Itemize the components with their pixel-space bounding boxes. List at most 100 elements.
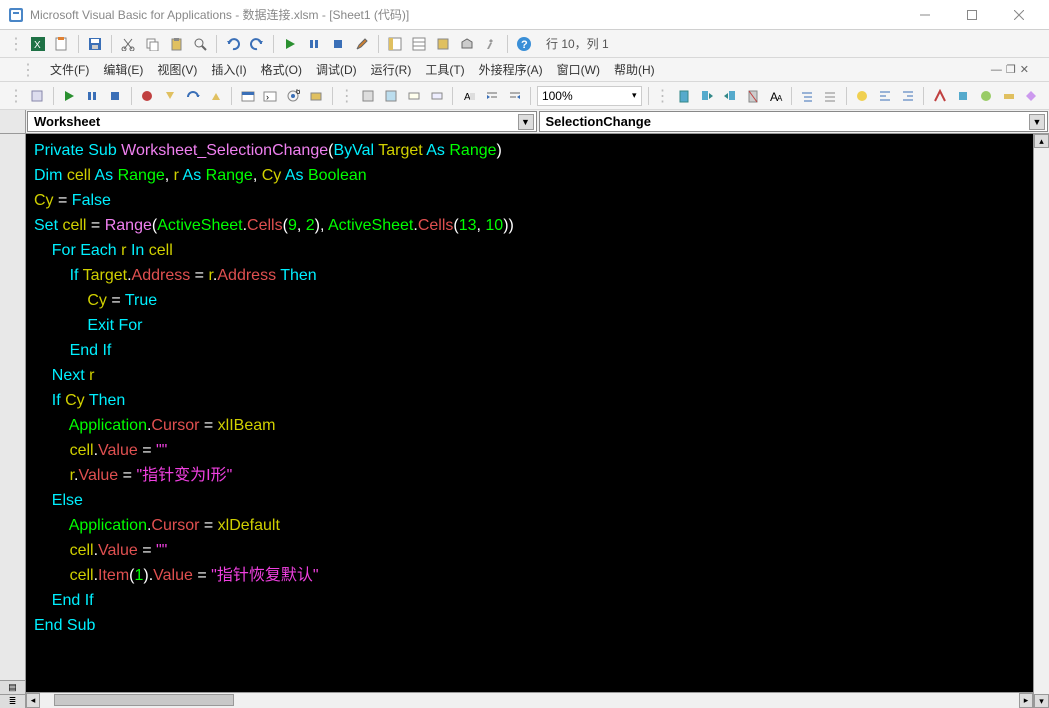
help-icon[interactable]: ? bbox=[514, 34, 534, 54]
horizontal-scrollbar[interactable]: ◂ ▸ bbox=[26, 692, 1033, 708]
code-line[interactable]: End If bbox=[34, 338, 1025, 363]
menu-edit[interactable]: 编辑(E) bbox=[103, 61, 143, 78]
paste-icon[interactable] bbox=[166, 34, 186, 54]
scroll-right-icon[interactable]: ▸ bbox=[1019, 693, 1033, 708]
save-icon[interactable] bbox=[85, 34, 105, 54]
align-left-icon[interactable] bbox=[876, 86, 895, 106]
zoom-combo[interactable]: 100%▾ bbox=[537, 86, 642, 106]
tool-b-icon[interactable] bbox=[953, 86, 972, 106]
code-line[interactable]: Next r bbox=[34, 363, 1025, 388]
menu-file[interactable]: 文件(F) bbox=[50, 61, 89, 78]
step-over-icon[interactable] bbox=[183, 86, 202, 106]
tool-d-icon[interactable] bbox=[999, 86, 1018, 106]
complete-word-icon[interactable]: A bbox=[459, 86, 478, 106]
vertical-scrollbar[interactable]: ▴ ▾ bbox=[1033, 134, 1049, 708]
tool-c-icon[interactable] bbox=[976, 86, 995, 106]
parameter-info-icon[interactable] bbox=[427, 86, 446, 106]
locals-icon[interactable] bbox=[238, 86, 257, 106]
menu-help[interactable]: 帮助(H) bbox=[614, 61, 655, 78]
quick-watch-icon[interactable] bbox=[307, 86, 326, 106]
code-line[interactable]: cell.Value = "" bbox=[34, 538, 1025, 563]
font-size-icon[interactable]: AA bbox=[766, 86, 785, 106]
design-mode-icon[interactable] bbox=[352, 34, 372, 54]
tool-e-icon[interactable] bbox=[1022, 86, 1041, 106]
next-bookmark-icon[interactable] bbox=[697, 86, 716, 106]
menu-insert[interactable]: 插入(I) bbox=[211, 61, 246, 78]
code-line[interactable]: Set cell = Range(ActiveSheet.Cells(9, 2)… bbox=[34, 213, 1025, 238]
close-button[interactable] bbox=[996, 0, 1041, 30]
chevron-down-icon[interactable]: ▼ bbox=[1029, 114, 1045, 130]
code-line[interactable]: Exit For bbox=[34, 313, 1025, 338]
align-right-icon[interactable] bbox=[899, 86, 918, 106]
minimize-button[interactable] bbox=[902, 0, 947, 30]
prev-bookmark-icon[interactable] bbox=[720, 86, 739, 106]
copy-icon[interactable] bbox=[142, 34, 162, 54]
run-sub-icon[interactable] bbox=[60, 86, 79, 106]
compile-icon[interactable] bbox=[28, 86, 47, 106]
tool-a-icon[interactable] bbox=[930, 86, 949, 106]
break-icon[interactable] bbox=[304, 34, 324, 54]
menu-debug[interactable]: 调试(D) bbox=[316, 61, 357, 78]
step-out-icon[interactable] bbox=[206, 86, 225, 106]
bookmark-icon[interactable] bbox=[674, 86, 693, 106]
scroll-left-icon[interactable]: ◂ bbox=[26, 693, 40, 708]
properties-icon[interactable] bbox=[409, 34, 429, 54]
clear-bookmarks-icon[interactable] bbox=[743, 86, 762, 106]
code-line[interactable]: cell.Item(1).Value = "指针恢复默认" bbox=[34, 563, 1025, 588]
menu-addins[interactable]: 外接程序(A) bbox=[479, 61, 543, 78]
code-line[interactable]: Cy = False bbox=[34, 188, 1025, 213]
list-properties-icon[interactable] bbox=[359, 86, 378, 106]
undo-icon[interactable] bbox=[223, 34, 243, 54]
comment-icon[interactable] bbox=[798, 86, 817, 106]
menu-view[interactable]: 视图(V) bbox=[157, 61, 197, 78]
code-line[interactable]: Application.Cursor = xlIBeam bbox=[34, 413, 1025, 438]
toolbox-icon[interactable] bbox=[457, 34, 477, 54]
procedure-view-icon[interactable]: ▤ bbox=[0, 680, 25, 694]
mdi-minimize-icon[interactable]: — bbox=[991, 64, 1002, 76]
mdi-close-icon[interactable]: ✕ bbox=[1020, 63, 1029, 76]
indent-icon[interactable] bbox=[482, 86, 501, 106]
uncomment-icon[interactable] bbox=[821, 86, 840, 106]
procedure-combo[interactable]: SelectionChange ▼ bbox=[539, 111, 1049, 132]
code-line[interactable]: cell.Value = "" bbox=[34, 438, 1025, 463]
find-icon[interactable] bbox=[190, 34, 210, 54]
code-line[interactable]: End If bbox=[34, 588, 1025, 613]
menu-window[interactable]: 窗口(W) bbox=[557, 61, 600, 78]
break-icon[interactable] bbox=[83, 86, 102, 106]
scroll-down-icon[interactable]: ▾ bbox=[1034, 694, 1049, 708]
code-line[interactable]: Private Sub Worksheet_SelectionChange(By… bbox=[34, 138, 1025, 163]
maximize-button[interactable] bbox=[949, 0, 994, 30]
scroll-thumb[interactable] bbox=[54, 694, 234, 706]
quick-info-icon[interactable] bbox=[405, 86, 424, 106]
code-editor[interactable]: Private Sub Worksheet_SelectionChange(By… bbox=[26, 134, 1033, 692]
code-line[interactable]: If Target.Address = r.Address Then bbox=[34, 263, 1025, 288]
code-line[interactable]: For Each r In cell bbox=[34, 238, 1025, 263]
cut-icon[interactable] bbox=[118, 34, 138, 54]
code-line[interactable]: Else bbox=[34, 488, 1025, 513]
full-module-view-icon[interactable]: ≣ bbox=[0, 694, 25, 708]
object-browser-icon[interactable] bbox=[433, 34, 453, 54]
tools-icon[interactable] bbox=[481, 34, 501, 54]
scroll-track[interactable] bbox=[1034, 148, 1049, 694]
object-combo[interactable]: Worksheet ▼ bbox=[27, 111, 537, 132]
step-into-icon[interactable] bbox=[160, 86, 179, 106]
menu-tools[interactable]: 工具(T) bbox=[425, 61, 464, 78]
mdi-restore-icon[interactable]: ❐ bbox=[1006, 63, 1016, 76]
menu-format[interactable]: 格式(O) bbox=[261, 61, 302, 78]
code-line[interactable]: Cy = True bbox=[34, 288, 1025, 313]
toggle-icon[interactable] bbox=[853, 86, 872, 106]
stop-icon[interactable] bbox=[106, 86, 125, 106]
code-line[interactable]: Application.Cursor = xlDefault bbox=[34, 513, 1025, 538]
outdent-icon[interactable] bbox=[505, 86, 524, 106]
run-icon[interactable] bbox=[280, 34, 300, 54]
scroll-track[interactable] bbox=[40, 693, 1019, 708]
scroll-up-icon[interactable]: ▴ bbox=[1034, 134, 1049, 148]
chevron-down-icon[interactable]: ▼ bbox=[518, 114, 534, 130]
code-line[interactable]: r.Value = "指针变为I形" bbox=[34, 463, 1025, 488]
project-explorer-icon[interactable] bbox=[385, 34, 405, 54]
toggle-breakpoint-icon[interactable] bbox=[138, 86, 157, 106]
immediate-icon[interactable]: › bbox=[261, 86, 280, 106]
reset-icon[interactable] bbox=[328, 34, 348, 54]
list-constants-icon[interactable] bbox=[382, 86, 401, 106]
code-line[interactable]: If Cy Then bbox=[34, 388, 1025, 413]
